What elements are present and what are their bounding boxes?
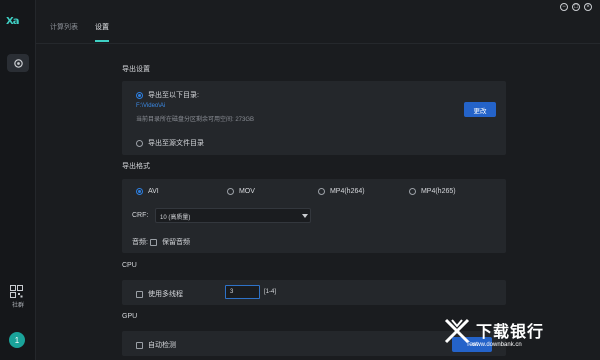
active-tab-indicator: [95, 40, 109, 42]
avatar[interactable]: 1: [9, 332, 25, 348]
left-sidebar: Xa 社群 1: [0, 0, 36, 360]
watermark-url: www.downbank.cn: [472, 342, 522, 348]
settings-nav-button[interactable]: [7, 54, 29, 72]
export-dir-option[interactable]: 导出至以下目录:: [136, 90, 199, 100]
gear-icon: [13, 58, 23, 68]
tab-settings[interactable]: 设置: [95, 22, 109, 32]
change-dir-button[interactable]: 更改: [464, 102, 496, 117]
format-radio-mov[interactable]: [227, 188, 234, 195]
watermark-brand: 下载银行: [476, 324, 545, 341]
export-settings-title: 导出设置: [122, 66, 150, 73]
qr-code-icon[interactable]: [10, 285, 23, 298]
community-label[interactable]: 社群: [6, 300, 30, 309]
gpu-title: GPU: [122, 313, 138, 320]
format-label-mp4-h264: MP4(h264): [329, 188, 365, 196]
app-logo: Xa: [6, 16, 19, 27]
restore-button[interactable]: □: [572, 3, 580, 11]
auto-detect-checkbox[interactable]: [136, 341, 143, 349]
format-radio-avi[interactable]: [136, 188, 143, 195]
format-radio-mp4-h264[interactable]: [318, 188, 325, 195]
export-dir-path[interactable]: F:\Video\Ai: [136, 103, 165, 109]
format-option-mov[interactable]: MOV: [227, 188, 255, 195]
chevron-down-icon: [302, 214, 308, 218]
thread-count-value: 3: [230, 289, 234, 295]
keep-audio-option[interactable]: 保留音频: [150, 237, 190, 247]
minimize-button[interactable]: −: [560, 3, 568, 11]
watermark-logo-icon: [444, 318, 470, 344]
format-option-mp4-h265[interactable]: MP4(h265): [409, 188, 456, 195]
top-bar: 计算列表 设置: [36, 0, 600, 44]
format-option-avi[interactable]: AVI: [136, 188, 159, 195]
export-settings-panel: 导出至以下目录: F:\Video\Ai 当前目录所在磁盘分区剩余可用空间: 2…: [122, 81, 506, 155]
export-dir-label: 导出至以下目录:: [147, 92, 199, 99]
export-dir-radio[interactable]: [136, 91, 143, 99]
cpu-title: CPU: [122, 262, 137, 269]
thread-range-hint: [1-4]: [264, 289, 277, 295]
crf-select-value: 10 (高质量): [160, 215, 191, 221]
disk-space-info: 当前目录所在磁盘分区剩余可用空间: 273GB: [136, 117, 255, 123]
export-format-panel: AVI MOV MP4(h264) MP4(h265) CRF: 10 (高质量…: [122, 179, 506, 253]
window-controls: − □ ×: [560, 3, 592, 11]
export-source-label: 导出至源文件目录: [147, 140, 204, 147]
keep-audio-checkbox[interactable]: [150, 238, 157, 246]
multithread-label: 使用多线程: [147, 291, 183, 298]
multithread-checkbox[interactable]: [136, 290, 143, 298]
crf-select[interactable]: 10 (高质量): [155, 208, 311, 223]
tab-compute-list[interactable]: 计算列表: [50, 22, 78, 32]
format-label-mov: MOV: [238, 188, 255, 196]
cpu-panel: 使用多线程 3 [1-4]: [122, 280, 506, 305]
thread-count-input[interactable]: 3: [225, 285, 260, 299]
format-radio-mp4-h265[interactable]: [409, 188, 416, 195]
format-label-mp4-h265: MP4(h265): [420, 188, 456, 196]
export-source-radio[interactable]: [136, 139, 143, 147]
multithread-option[interactable]: 使用多线程: [136, 289, 183, 299]
format-label-avi: AVI: [147, 188, 159, 196]
auto-detect-option[interactable]: 自动检测: [136, 340, 176, 350]
close-button[interactable]: ×: [584, 3, 592, 11]
audio-label: 音频:: [132, 239, 148, 246]
keep-audio-label: 保留音频: [161, 239, 190, 246]
export-format-title: 导出格式: [122, 163, 150, 170]
export-source-option[interactable]: 导出至源文件目录: [136, 138, 204, 148]
crf-label: CRF:: [132, 212, 149, 219]
watermark: 下载银行 www.downbank.cn: [442, 316, 600, 360]
auto-detect-label: 自动检测: [147, 342, 176, 349]
format-option-mp4-h264[interactable]: MP4(h264): [318, 188, 365, 195]
